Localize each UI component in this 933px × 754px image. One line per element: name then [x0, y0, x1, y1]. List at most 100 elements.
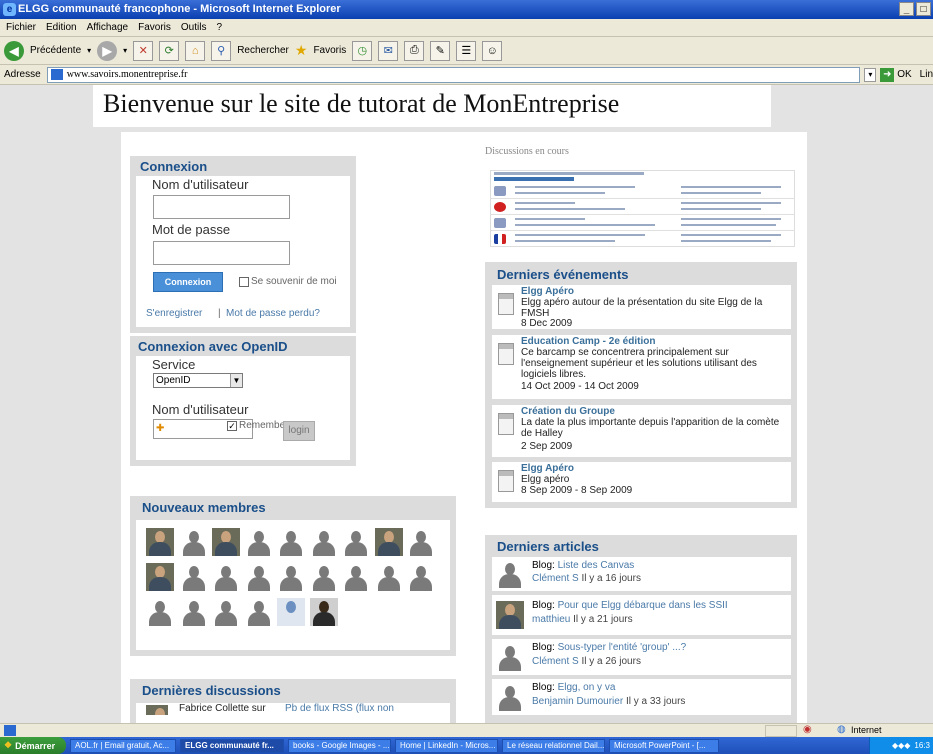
- event-title[interactable]: Création du Groupe: [521, 406, 615, 417]
- menu-favoris[interactable]: Favoris: [138, 22, 171, 33]
- messenger-icon[interactable]: ☺: [482, 40, 503, 61]
- member-avatar-image[interactable]: [277, 598, 305, 626]
- member-avatar[interactable]: [245, 563, 273, 591]
- member-avatar[interactable]: [407, 528, 435, 556]
- event-item[interactable]: Elgg Apéro Elgg apéro autour de la prése…: [492, 285, 791, 329]
- openid-username-input[interactable]: ✚: [153, 419, 253, 439]
- article-author[interactable]: matthieu: [532, 614, 570, 625]
- task-aol[interactable]: AOL.fr | Email gratuit, Ac...: [70, 738, 176, 753]
- member-avatar-photo[interactable]: [310, 598, 338, 626]
- article-title[interactable]: Elgg, on y va: [558, 682, 616, 693]
- member-avatar-photo[interactable]: [212, 528, 240, 556]
- minimize-button[interactable]: _: [899, 2, 914, 16]
- event-item[interactable]: Education Camp - 2e édition Ce barcamp s…: [492, 335, 791, 399]
- mail-icon[interactable]: ✉: [378, 40, 399, 61]
- event-title[interactable]: Elgg Apéro: [521, 286, 574, 297]
- article-avatar-photo[interactable]: [496, 601, 524, 629]
- login-username-input[interactable]: [153, 195, 290, 219]
- article-title[interactable]: Pour que Elgg débarque dans les SSII: [558, 600, 728, 611]
- menu-fichier[interactable]: Fichier: [6, 22, 36, 33]
- go-arrow-icon[interactable]: ➜: [880, 67, 895, 82]
- member-avatar[interactable]: [375, 563, 403, 591]
- member-avatar-photo[interactable]: [146, 528, 174, 556]
- article-author[interactable]: Clément S: [532, 656, 579, 667]
- member-avatar[interactable]: [310, 563, 338, 591]
- member-avatar[interactable]: [180, 528, 208, 556]
- popup-blocker-icon[interactable]: ◉: [803, 724, 812, 735]
- back-dropdown-icon[interactable]: ▾: [87, 46, 91, 55]
- discussion-avatar[interactable]: [146, 705, 168, 715]
- discuss-icon[interactable]: ☰: [456, 40, 477, 61]
- search-icon[interactable]: ⚲: [211, 40, 232, 61]
- favorites-star-icon[interactable]: ★: [295, 42, 308, 59]
- page-viewport[interactable]: Bienvenue sur le site de tutorat de MonE…: [0, 85, 933, 723]
- member-avatar[interactable]: [310, 528, 338, 556]
- tray-icons[interactable]: ◆◆◆: [892, 741, 910, 750]
- member-avatar[interactable]: [342, 528, 370, 556]
- links-label[interactable]: Lin: [920, 69, 933, 80]
- member-avatar[interactable]: [245, 598, 273, 626]
- member-avatar-photo[interactable]: [146, 563, 174, 591]
- forward-arrow-icon[interactable]: ▶: [97, 40, 118, 61]
- article-avatar[interactable]: [496, 560, 524, 588]
- address-dropdown-icon[interactable]: ▾: [864, 67, 877, 82]
- remember-checkbox[interactable]: [239, 277, 249, 287]
- address-field[interactable]: www.savoirs.monentreprise.fr: [46, 66, 861, 83]
- event-item[interactable]: Elgg Apéro Elgg apéro 8 Sep 2009 - 8 Sep…: [492, 462, 791, 502]
- discussion-link[interactable]: Pb de flux RSS (flux non: [285, 703, 394, 714]
- member-avatar[interactable]: [146, 598, 174, 626]
- login-password-input[interactable]: [153, 241, 290, 265]
- article-author[interactable]: Benjamin Dumourier: [532, 696, 623, 707]
- maximize-button[interactable]: □: [916, 2, 931, 16]
- openid-login-button[interactable]: login: [283, 421, 315, 441]
- current-discussions-widget[interactable]: [490, 170, 795, 247]
- address-url[interactable]: www.savoirs.monentreprise.fr: [67, 69, 188, 80]
- register-link[interactable]: S'enregistrer: [146, 308, 202, 319]
- menu-help[interactable]: ?: [216, 22, 222, 33]
- select-arrow-icon[interactable]: ▼: [230, 374, 242, 387]
- menu-affichage[interactable]: Affichage: [87, 22, 129, 33]
- task-powerpoint[interactable]: Microsoft PowerPoint - [...: [609, 738, 719, 753]
- forgot-password-link[interactable]: Mot de passe perdu?: [226, 308, 320, 319]
- event-title[interactable]: Elgg Apéro: [521, 463, 574, 474]
- article-avatar[interactable]: [496, 683, 524, 711]
- openid-service-select[interactable]: OpenID ▼: [153, 373, 243, 388]
- member-avatar[interactable]: [180, 598, 208, 626]
- article-item[interactable]: Blog: Elgg, on y va Benjamin Dumourier I…: [492, 679, 791, 715]
- task-reseau[interactable]: Le réseau relationnel Dail...: [502, 738, 605, 753]
- member-avatar[interactable]: [342, 563, 370, 591]
- article-title[interactable]: Sous-typer l'entité 'group' ...?: [558, 642, 687, 653]
- member-avatar-photo[interactable]: [375, 528, 403, 556]
- go-button[interactable]: OK: [897, 69, 911, 80]
- article-author[interactable]: Clément S: [532, 573, 579, 584]
- stop-icon[interactable]: ✕: [133, 40, 154, 61]
- article-title[interactable]: Liste des Canvas: [558, 560, 635, 571]
- member-avatar[interactable]: [277, 563, 305, 591]
- task-elgg[interactable]: ELGG communauté fr...: [180, 738, 284, 753]
- login-submit-button[interactable]: Connexion: [153, 272, 223, 292]
- edit-icon[interactable]: ✎: [430, 40, 451, 61]
- article-item[interactable]: Blog: Pour que Elgg débarque dans les SS…: [492, 595, 791, 635]
- menu-outils[interactable]: Outils: [181, 22, 207, 33]
- search-button-label[interactable]: Rechercher: [237, 45, 289, 56]
- member-avatar[interactable]: [212, 563, 240, 591]
- home-icon[interactable]: ⌂: [185, 40, 206, 61]
- task-linkedin[interactable]: Home | LinkedIn - Micros...: [395, 738, 498, 753]
- article-item[interactable]: Blog: Liste des Canvas Clément S Il y a …: [492, 557, 791, 591]
- openid-remember-checkbox[interactable]: ✓: [227, 421, 237, 431]
- start-button[interactable]: ❖ Démarrer: [0, 737, 66, 754]
- favorites-button-label[interactable]: Favoris: [313, 45, 346, 56]
- member-avatar[interactable]: [180, 563, 208, 591]
- member-avatar[interactable]: [245, 528, 273, 556]
- back-arrow-icon[interactable]: ◀: [4, 40, 24, 61]
- article-item[interactable]: Blog: Sous-typer l'entité 'group' ...? C…: [492, 639, 791, 675]
- menu-edition[interactable]: Edition: [46, 22, 77, 33]
- back-button-label[interactable]: Précédente: [30, 45, 81, 56]
- member-avatar[interactable]: [407, 563, 435, 591]
- forward-dropdown-icon[interactable]: ▾: [123, 46, 127, 55]
- event-item[interactable]: Création du Groupe La date la plus impor…: [492, 405, 791, 457]
- member-avatar[interactable]: [212, 598, 240, 626]
- task-books[interactable]: books - Google Images - ...: [288, 738, 391, 753]
- history-icon[interactable]: ◷: [352, 40, 373, 61]
- print-icon[interactable]: ⎙: [404, 40, 425, 61]
